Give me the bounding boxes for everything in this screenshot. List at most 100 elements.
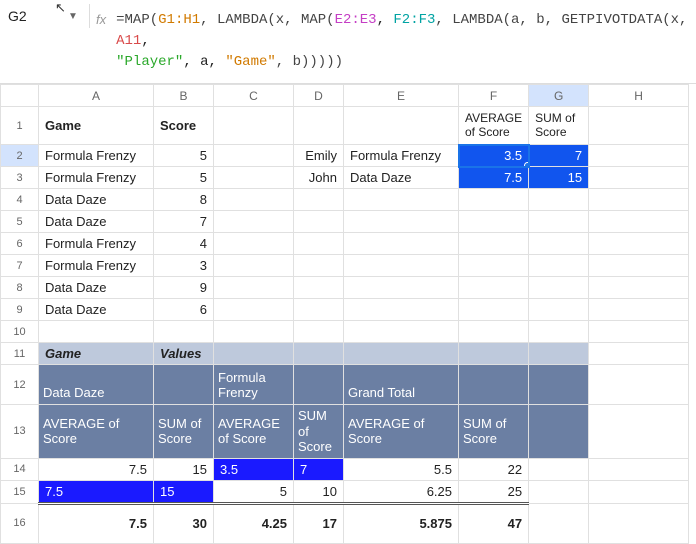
col-D[interactable]: D: [294, 85, 344, 107]
cell-C15[interactable]: 15: [154, 480, 214, 503]
name-box[interactable]: G2 ▼: [0, 4, 90, 28]
col-C[interactable]: C: [214, 85, 294, 107]
cell-H2[interactable]: 7: [529, 145, 589, 167]
cell-F12[interactable]: Grand Total: [344, 365, 459, 405]
cell-D1[interactable]: [214, 107, 294, 145]
cell-H1[interactable]: SUM of Score: [529, 107, 589, 145]
row-hdr-16[interactable]: 16: [1, 503, 39, 543]
cell-C9[interactable]: 6: [154, 299, 214, 321]
row-7: 7Formula Frenzy3: [1, 255, 689, 277]
cell-B7[interactable]: Formula Frenzy: [39, 255, 154, 277]
cell-D16[interactable]: 4.25: [214, 503, 294, 543]
cell-D3[interactable]: [214, 167, 294, 189]
cell-I1[interactable]: [589, 107, 689, 145]
cell-C8[interactable]: 9: [154, 277, 214, 299]
row-hdr-3[interactable]: 3: [1, 167, 39, 189]
cell-F16[interactable]: 5.875: [344, 503, 459, 543]
col-B[interactable]: B: [154, 85, 214, 107]
cell-E13[interactable]: SUM of Score: [294, 405, 344, 459]
cell-F2[interactable]: Formula Frenzy: [344, 145, 459, 167]
cell-F1[interactable]: [344, 107, 459, 145]
cell-I3[interactable]: [589, 167, 689, 189]
cell-D2[interactable]: [214, 145, 294, 167]
cell-D14[interactable]: 3.5: [214, 458, 294, 480]
row-hdr-8[interactable]: 8: [1, 277, 39, 299]
cell-C2[interactable]: 5: [154, 145, 214, 167]
cell-E2[interactable]: Emily: [294, 145, 344, 167]
col-G[interactable]: G: [529, 85, 589, 107]
fx-icon: fx: [90, 4, 112, 27]
cell-I2[interactable]: [589, 145, 689, 167]
cell-E1[interactable]: [294, 107, 344, 145]
row-hdr-1[interactable]: 1: [1, 107, 39, 145]
cell-B9[interactable]: Data Daze: [39, 299, 154, 321]
cell-G16[interactable]: 47: [459, 503, 529, 543]
cell-G15[interactable]: 25: [459, 480, 529, 503]
cell-B11[interactable]: Game: [39, 343, 154, 365]
col-A[interactable]: A: [39, 85, 154, 107]
col-F[interactable]: F: [459, 85, 529, 107]
cell-D13[interactable]: AVERAGE of Score: [214, 405, 294, 459]
row-hdr-6[interactable]: 6: [1, 233, 39, 255]
cell-C6[interactable]: 4: [154, 233, 214, 255]
row-hdr-14[interactable]: 14: [1, 458, 39, 480]
row-hdr-7[interactable]: 7: [1, 255, 39, 277]
cell-G1[interactable]: AVERAGE of Score: [459, 107, 529, 145]
cell-B12[interactable]: Data Daze: [39, 365, 154, 405]
fill-handle[interactable]: [524, 162, 529, 167]
cell-F14[interactable]: 5.5: [344, 458, 459, 480]
select-all-corner[interactable]: [1, 85, 39, 107]
cell-B16[interactable]: 7.5: [39, 503, 154, 543]
cell-C5[interactable]: 7: [154, 211, 214, 233]
cell-E16[interactable]: 17: [294, 503, 344, 543]
cell-B15[interactable]: 7.5: [39, 480, 154, 503]
row-hdr-11[interactable]: 11: [1, 343, 39, 365]
row-hdr-13[interactable]: 13: [1, 405, 39, 459]
cell-B2[interactable]: Formula Frenzy: [39, 145, 154, 167]
row-hdr-15[interactable]: 15: [1, 480, 39, 503]
col-H[interactable]: H: [589, 85, 689, 107]
cell-B4[interactable]: Data Daze: [39, 189, 154, 211]
cell-C3[interactable]: 5: [154, 167, 214, 189]
cell-C16[interactable]: 30: [154, 503, 214, 543]
cell-C14[interactable]: 15: [154, 458, 214, 480]
row-hdr-5[interactable]: 5: [1, 211, 39, 233]
row-hdr-4[interactable]: 4: [1, 189, 39, 211]
row-hdr-12[interactable]: 12: [1, 365, 39, 405]
row-hdr-2[interactable]: 2: [1, 145, 39, 167]
cell-C4[interactable]: 8: [154, 189, 214, 211]
cell-B3[interactable]: Formula Frenzy: [39, 167, 154, 189]
cell-C7[interactable]: 3: [154, 255, 214, 277]
row-hdr-9[interactable]: 9: [1, 299, 39, 321]
cell-C1[interactable]: Score: [154, 107, 214, 145]
cell-G13[interactable]: SUM of Score: [459, 405, 529, 459]
cell-F15[interactable]: 6.25: [344, 480, 459, 503]
cell-B1[interactable]: Game: [39, 107, 154, 145]
cell-H3[interactable]: 15: [529, 167, 589, 189]
cell-C11[interactable]: Values: [154, 343, 214, 365]
cell-G14[interactable]: 22: [459, 458, 529, 480]
cell-D15[interactable]: 5: [214, 480, 294, 503]
cell-B14[interactable]: 7.5: [39, 458, 154, 480]
cell-E15[interactable]: 10: [294, 480, 344, 503]
cell-F13[interactable]: AVERAGE of Score: [344, 405, 459, 459]
cell-B8[interactable]: Data Daze: [39, 277, 154, 299]
formula-input[interactable]: =MAP(G1:H1, LAMBDA(x, MAP(E2:E3, F2:F3, …: [112, 4, 696, 79]
col-E[interactable]: E: [344, 85, 459, 107]
cell-F3[interactable]: Data Daze: [344, 167, 459, 189]
cell-B13[interactable]: AVERAGE of Score: [39, 405, 154, 459]
cell-D12[interactable]: Formula Frenzy: [214, 365, 294, 405]
cell-B5[interactable]: Data Daze: [39, 211, 154, 233]
cell-E3[interactable]: John: [294, 167, 344, 189]
spreadsheet-grid[interactable]: A B C D E F G H 1 Game Score AVERAGE of …: [0, 84, 689, 544]
cell-E14[interactable]: 7: [294, 458, 344, 480]
row-16: 16 7.5 30 4.25 17 5.875 47: [1, 503, 689, 543]
row-5: 5Data Daze7: [1, 211, 689, 233]
cell-B6[interactable]: Formula Frenzy: [39, 233, 154, 255]
cell-C13[interactable]: SUM of Score: [154, 405, 214, 459]
row-13: 13 AVERAGE of Score SUM of Score AVERAGE…: [1, 405, 689, 459]
chevron-down-icon[interactable]: ▼: [68, 11, 78, 22]
row-hdr-10[interactable]: 10: [1, 321, 39, 343]
cell-G3[interactable]: 7.5: [459, 167, 529, 189]
cell-G2[interactable]: 3.5: [459, 145, 529, 167]
